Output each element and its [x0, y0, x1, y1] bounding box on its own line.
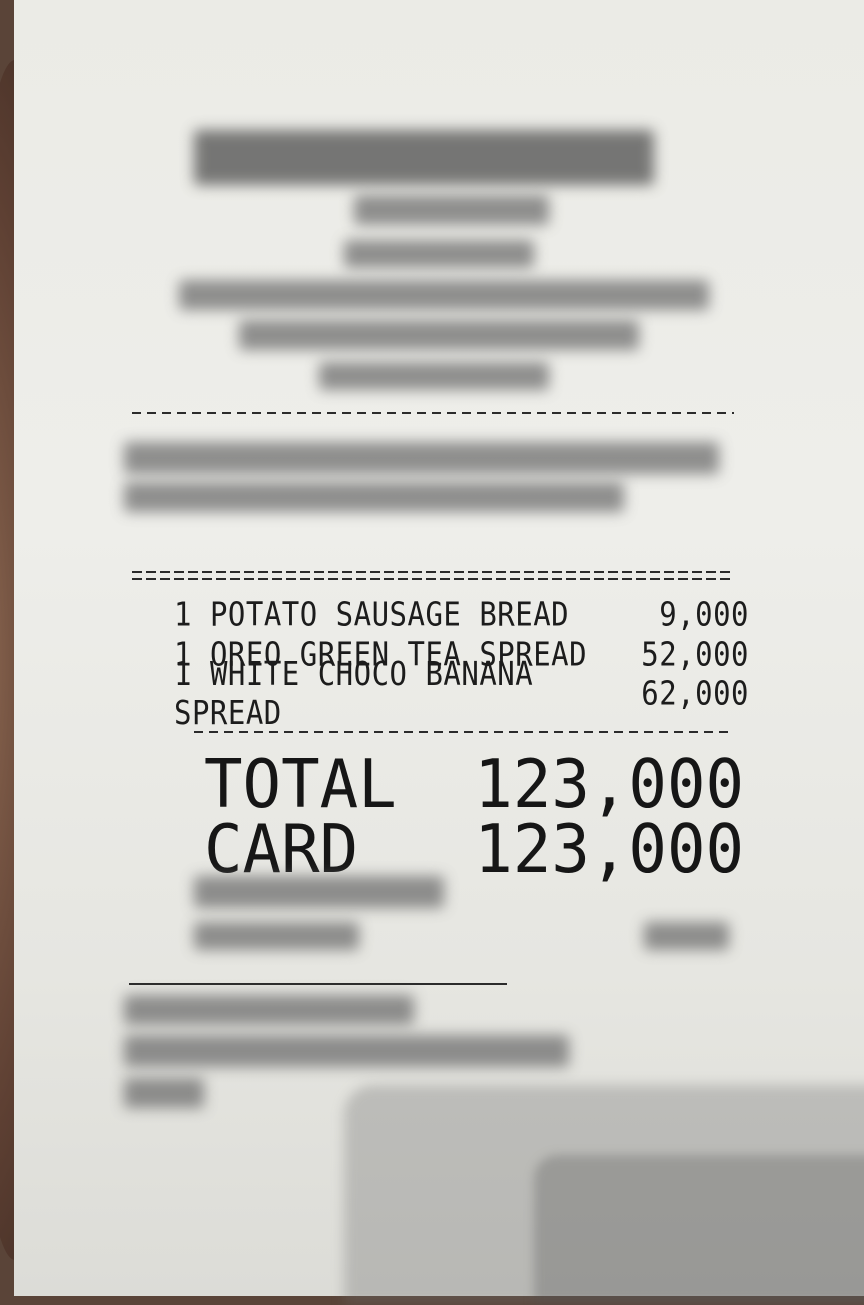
- item-text: 1 WHITE CHOCO BANANA SPREAD: [174, 653, 534, 733]
- item-price: 52,000: [641, 634, 749, 674]
- store-address2-redacted: [239, 320, 639, 350]
- store-address-redacted: [179, 280, 709, 310]
- separator-2: [194, 731, 734, 733]
- card-number-redacted: [194, 876, 444, 908]
- double-separator: [132, 571, 734, 580]
- approval-time-redacted: [644, 922, 729, 950]
- receipt-paper: 1 POTATO SAUSAGE BREAD 9,000 1 OREO GREE…: [14, 0, 864, 1305]
- store-name-redacted: [194, 130, 654, 185]
- line-item: 1 WHITE CHOCO BANANA SPREAD 62,000: [174, 654, 749, 732]
- separator-1: [132, 412, 734, 414]
- footer-line-1-redacted: [124, 995, 414, 1025]
- item-price: 62,000: [641, 673, 749, 713]
- store-id-redacted: [344, 240, 534, 268]
- transaction-date-redacted: [124, 482, 624, 512]
- transaction-info-redacted: [124, 442, 719, 474]
- phone-shadow-inner: [534, 1155, 864, 1305]
- item-price: 9,000: [659, 594, 749, 634]
- store-phone-redacted: [319, 362, 549, 390]
- approval-info-redacted: [194, 922, 359, 950]
- store-branch-redacted: [354, 195, 549, 225]
- footer-line-3-redacted: [124, 1078, 204, 1108]
- footer-line-2-redacted: [124, 1035, 569, 1067]
- item-text: 1 POTATO SAUSAGE BREAD: [174, 594, 570, 634]
- line-item: 1 POTATO SAUSAGE BREAD 9,000: [174, 593, 749, 634]
- card-value: 123,000: [474, 811, 744, 889]
- signature-line: [129, 983, 507, 985]
